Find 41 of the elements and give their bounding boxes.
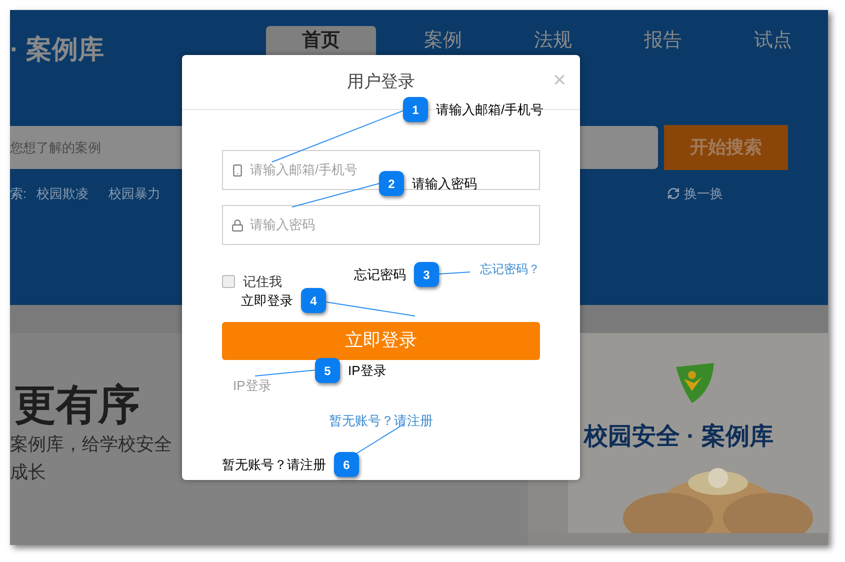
dialog-title: 用户登录 [347,71,415,94]
site-logo: · 案例库 [10,33,105,66]
nav-tab[interactable]: 案例 [388,26,498,56]
remember-label: 记住我 [243,273,282,291]
leader-line [438,272,470,274]
forgot-password-link[interactable]: 忘记密码？ [480,260,540,278]
remember-checkbox[interactable] [222,275,235,288]
callout-label: 请输入邮箱/手机号 [436,100,544,119]
refresh-icon [667,187,680,200]
banner-text: 案例库，给学校安全 [10,433,172,456]
nav-tab[interactable]: 试点 [718,26,828,56]
callout-label: 暂无账号？请注册 [222,456,326,474]
refresh-link[interactable]: 换一换 [684,184,723,204]
callout-number-badge: 2 [379,171,404,196]
ip-login-link[interactable]: IP登录 [233,376,272,395]
close-button[interactable]: × [553,69,566,91]
hot-label: 索: [10,185,27,203]
nav-tab[interactable]: 法规 [498,26,608,56]
callout-number-badge: 6 [334,452,359,477]
hot-tag-link[interactable]: 校园暴力 [108,184,161,204]
input-field[interactable]: 请输入密码 [222,205,540,245]
callout-number-badge: 4 [301,288,326,313]
callout-number-badge: 5 [315,358,340,383]
nav-tab[interactable]: 首页 [266,26,376,56]
banner-text: 成长 [10,461,46,484]
callout-number-badge: 1 [403,97,428,122]
register-link[interactable]: 暂无账号？请注册 [329,411,433,430]
callout-label: 立即登录 [241,292,293,310]
callout-label: IP登录 [348,362,386,380]
banner-headline: 更有序 [14,380,140,430]
lock-icon [231,218,244,232]
callout-label: 请输入密码 [412,174,477,193]
login-button[interactable]: 立即登录 [222,322,540,360]
callout-label: 忘记密码 [354,266,406,284]
leader-line [254,370,316,376]
hot-tag-link[interactable]: 校园欺凌 [36,184,89,204]
phone-icon [231,164,244,176]
search-button[interactable]: 开始搜索 [664,125,788,170]
brand-text: 校园安全 · 案例库 [584,422,774,452]
nav-tab[interactable]: 报告 [608,26,718,56]
callout-number-badge: 3 [414,262,439,287]
